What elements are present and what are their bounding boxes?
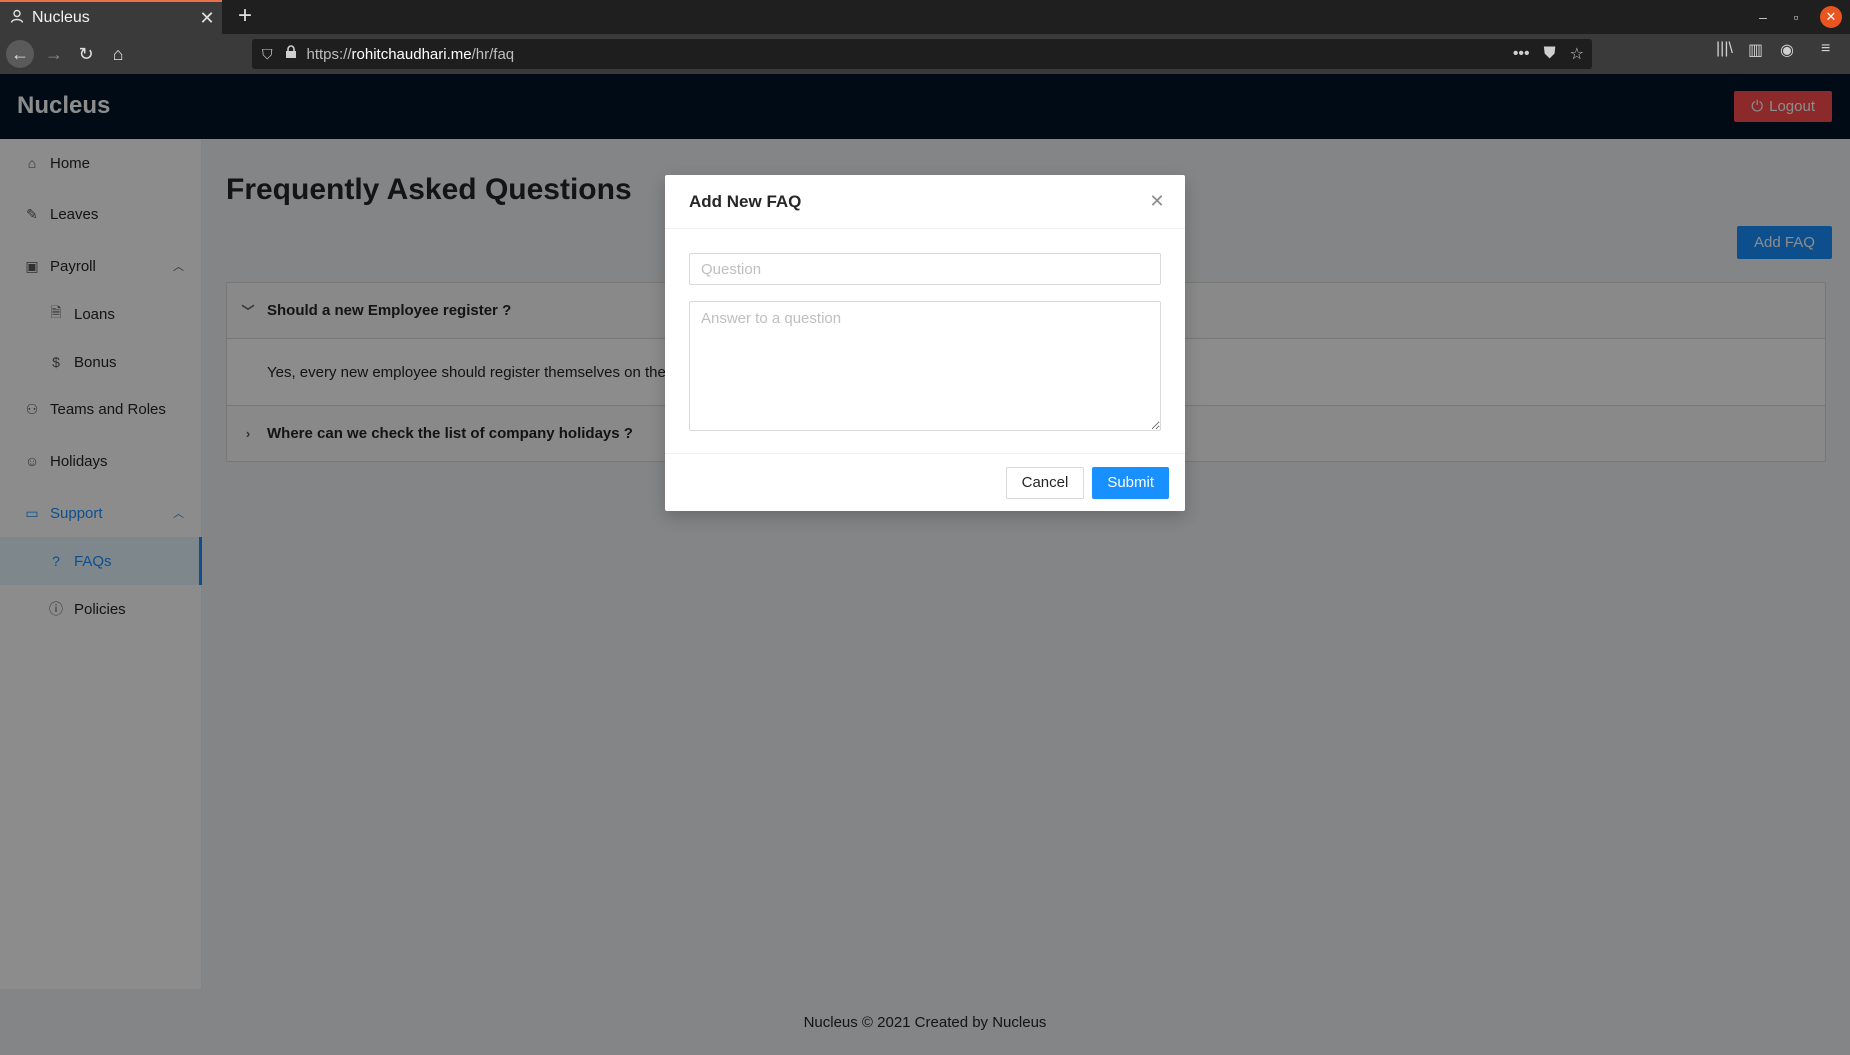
pocket-icon[interactable]: ⛊ <box>1544 45 1556 63</box>
modal-body <box>665 229 1185 453</box>
back-icon[interactable]: ← <box>6 40 34 68</box>
reload-icon[interactable]: ↻ <box>72 40 100 68</box>
browser-tab[interactable]: Nucleus ✕ <box>0 0 222 34</box>
account-icon[interactable]: ◉ <box>1780 40 1794 60</box>
submit-button[interactable]: Submit <box>1092 466 1169 499</box>
menu-icon[interactable]: ≡ <box>1821 40 1830 58</box>
url-host: rohitchaudhari.me <box>351 45 472 63</box>
sidebar-toggle-icon[interactable]: ▥ <box>1748 40 1763 60</box>
url-bar[interactable]: ⛉ https:// rohitchaudhari.me /hr/faq •••… <box>252 39 1592 69</box>
add-faq-modal: Add New FAQ ✕ Cancel Submit <box>665 175 1185 511</box>
tab-title: Nucleus <box>32 9 90 26</box>
url-prefix: https:// <box>306 45 352 63</box>
bookmark-star-icon[interactable]: ☆ <box>1570 44 1584 64</box>
browser-tab-bar: Nucleus ✕ + – ▫ ✕ <box>0 0 1850 34</box>
user-icon <box>10 9 24 28</box>
url-path: /hr/faq <box>471 45 515 63</box>
forward-icon[interactable]: → <box>40 40 68 68</box>
modal-header: Add New FAQ ✕ <box>665 175 1185 229</box>
window-close-icon[interactable]: ✕ <box>1820 6 1842 28</box>
tab-close-icon[interactable]: ✕ <box>192 8 222 29</box>
url-actions: ••• ⛊ ☆ <box>1513 39 1584 69</box>
modal-footer: Cancel Submit <box>665 453 1185 511</box>
more-icon[interactable]: ••• <box>1513 45 1530 63</box>
home-browser-icon[interactable]: ⌂ <box>104 40 132 68</box>
answer-textarea[interactable] <box>689 301 1161 431</box>
restore-icon[interactable]: ▫ <box>1785 6 1807 28</box>
minimize-icon[interactable]: – <box>1752 6 1774 28</box>
modal-title: Add New FAQ <box>689 191 802 211</box>
lock-icon <box>285 45 297 63</box>
cancel-button[interactable]: Cancel <box>1005 466 1085 499</box>
new-tab-icon[interactable]: + <box>232 4 258 30</box>
library-icon[interactable]: |||\ <box>1716 40 1733 58</box>
shield-icon: ⛉ <box>262 45 273 62</box>
close-icon[interactable]: ✕ <box>1145 189 1169 213</box>
browser-nav-bar: ← → ↻ ⌂ ⛉ https:// rohitchaudhari.me /hr… <box>0 34 1850 74</box>
question-input[interactable] <box>689 253 1161 285</box>
